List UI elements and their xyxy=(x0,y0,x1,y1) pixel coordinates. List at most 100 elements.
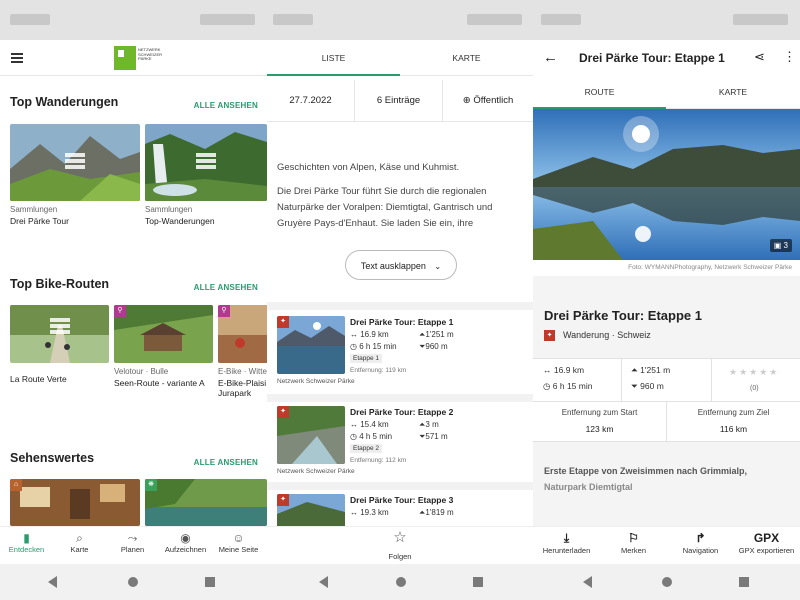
stage-card[interactable]: ✦ Drei Pärke Tour: Etappe 1 ↔ 16.9 km ⏶1… xyxy=(267,312,533,394)
stage-ascent: ⏶1'251 m xyxy=(419,330,454,339)
tab-route[interactable]: ROUTE xyxy=(533,76,666,109)
rating-stars[interactable]: ★★★★★ xyxy=(729,367,779,378)
download-button[interactable]: ⤓ Herunterladen xyxy=(533,530,600,555)
app-bar-title: Drei Pärke Tour: Etappe 1 xyxy=(579,51,725,65)
nature-badge-icon: ❋ xyxy=(145,479,157,491)
top-app-bar: ← Drei Pärke Tour: Etappe 1 ⋖ ⋮ xyxy=(533,40,800,76)
bike-badge-icon: ⚲ xyxy=(114,305,126,317)
stage-card[interactable]: ✦ Drei Pärke Tour: Etappe 2 ↔ 15.4 km ⏶3… xyxy=(267,402,533,484)
stage-descent: ⏷571 m xyxy=(419,432,448,441)
see-all-link[interactable]: ALLE ANSEHEN xyxy=(194,283,258,292)
menu-icon[interactable] xyxy=(11,53,23,63)
record-icon: ◉ xyxy=(180,531,191,545)
back-arrow-icon[interactable]: ← xyxy=(543,49,558,66)
stage-title: Drei Pärke Tour: Etappe 2 xyxy=(350,407,454,417)
stat-duration: ◷ 6 h 15 min xyxy=(543,381,593,391)
card-image xyxy=(145,124,267,201)
collection-date: 27.7.2022 xyxy=(267,80,355,122)
follow-button[interactable]: ☆ Folgen xyxy=(267,526,533,564)
more-vert-icon[interactable]: ⋮ xyxy=(783,49,796,65)
museum-badge-icon: ⌂ xyxy=(10,479,22,491)
see-all-link[interactable]: ALLE ANSEHEN xyxy=(194,458,258,467)
stage-card[interactable]: ✦ Drei Pärke Tour: Etappe 3 ↔ 19.3 km ⏶1… xyxy=(267,490,533,526)
stage-ascent: ⏶3 m xyxy=(419,420,439,429)
route-card[interactable]: La Route Verte xyxy=(10,305,109,384)
stage-thumbnail: ✦ xyxy=(277,494,345,526)
see-all-link[interactable]: ALLE ANSEHEN xyxy=(194,101,258,110)
poi-card[interactable]: ❋ xyxy=(145,479,267,526)
system-recents-icon[interactable] xyxy=(473,577,483,587)
card-image xyxy=(10,305,109,363)
intro-line: Naturpark Diemtigtal xyxy=(544,482,633,492)
action-label: Herunterladen xyxy=(542,546,591,555)
divider xyxy=(267,302,533,310)
system-back-icon[interactable] xyxy=(319,576,328,588)
bookmark-button[interactable]: ⚐ Merken xyxy=(600,530,667,555)
rating-count: (0) xyxy=(750,385,759,392)
ebike-badge-icon: ⚲ xyxy=(218,305,230,317)
hero-image[interactable]: ▣ 3 xyxy=(533,109,800,260)
three-screen-composite: NETZWERK SCHWEIZER PÄRKE Top Wanderungen A… xyxy=(0,0,800,600)
system-home-icon[interactable] xyxy=(396,577,406,587)
nav-label: Karte xyxy=(70,545,89,554)
gpx-export-button[interactable]: GPX GPX exportieren xyxy=(733,530,800,555)
section-title: Sehenswertes xyxy=(10,451,95,465)
visibility[interactable]: ⊕ Öffentlich xyxy=(443,80,533,122)
poi-card[interactable]: ⌂ xyxy=(10,479,140,526)
route-card[interactable]: ⚲ Velotour · Bulle Seen-Route - variante… xyxy=(114,305,213,388)
stage-distance-from: Entfernung: 112 km xyxy=(350,457,407,464)
stage-tag: Etappe 2 xyxy=(350,444,383,453)
share-icon[interactable]: ⋖ xyxy=(754,49,765,65)
collection-card[interactable]: Sammlungen Top-Wanderungen xyxy=(145,124,267,226)
stage-source: Netzwerk Schweizer Pärke xyxy=(277,468,355,475)
action-label: Navigation xyxy=(682,546,719,555)
expand-text-button[interactable]: Text ausklappen ⌄ xyxy=(345,250,457,280)
tour-detail-screen: ← Drei Pärke Tour: Etappe 1 ⋖ ⋮ ROUTE KA… xyxy=(533,0,800,600)
stage-thumbnail: ✦ xyxy=(277,406,345,464)
stage-distance: ↔ 16.9 km xyxy=(350,330,389,339)
section-title: Top Bike-Routen xyxy=(10,277,110,291)
system-recents-icon[interactable] xyxy=(205,577,215,587)
stage-ascent: ⏶1'819 m xyxy=(419,508,454,517)
star-outline-icon: ☆ xyxy=(393,529,407,546)
stage-distance-from: Entfernung: 119 km xyxy=(350,367,407,374)
hiking-badge-icon: ✦ xyxy=(277,406,289,418)
tab-liste[interactable]: LISTE xyxy=(267,40,400,76)
system-home-icon[interactable] xyxy=(128,577,138,587)
description-paragraph: Die Drei Pärke Tour führt Sie durch die … xyxy=(277,186,493,229)
tab-karte[interactable]: KARTE xyxy=(666,76,800,109)
route-card[interactable]: ⚲ E-Bike · Witte E-Bike-Plaisi Jurapark xyxy=(218,305,267,398)
system-recents-icon[interactable] xyxy=(739,577,749,587)
hiking-badge-icon: ✦ xyxy=(277,316,289,328)
distance-goal-value: 116 km xyxy=(719,424,748,434)
divider xyxy=(267,394,533,402)
nav-item-entdecken[interactable]: ▮ Entdecken xyxy=(0,531,53,554)
system-back-icon[interactable] xyxy=(583,576,592,588)
person-icon: ☺ xyxy=(232,531,245,545)
nav-item-aufzeichnen[interactable]: ◉ Aufzeichnen xyxy=(159,531,212,554)
tour-stats: ↔ 16.9 km ◷ 6 h 15 min ⏶ 1'251 m ⏷ 960 m… xyxy=(533,358,800,402)
divider xyxy=(267,482,533,490)
tab-bar: LISTE KARTE xyxy=(267,40,533,76)
nav-item-karte[interactable]: ⌕ Karte xyxy=(53,531,106,554)
card-name: Top-Wanderungen xyxy=(145,216,215,226)
card-name: E-Bike-Plaisi Jurapark xyxy=(218,378,267,398)
tab-karte[interactable]: KARTE xyxy=(400,40,533,76)
nav-label: Entdecken xyxy=(8,545,45,554)
system-home-icon[interactable] xyxy=(662,577,672,587)
stage-source: Netzwerk Schweizer Pärke xyxy=(277,378,355,385)
nav-item-planen[interactable]: ⤳ Planen xyxy=(106,531,159,554)
card-name: Drei Pärke Tour xyxy=(10,216,69,226)
tour-intro: Erste Etappe von Zweisimmen nach Grimmia… xyxy=(544,463,789,495)
navigation-button[interactable]: ↱ Navigation xyxy=(667,530,734,555)
card-category: Velotour · Bulle xyxy=(114,367,169,376)
collection-description: Geschichten von Alpen, Käse und Kuhmist.… xyxy=(277,160,502,240)
system-back-icon[interactable] xyxy=(48,576,57,588)
nav-item-meine-seite[interactable]: ☺ Meine Seite xyxy=(212,531,265,554)
collection-card[interactable]: Sammlungen Drei Pärke Tour xyxy=(10,124,140,226)
photo-count: 3 xyxy=(783,241,788,250)
entry-count: 6 Einträge xyxy=(355,80,443,122)
stage-thumbnail: ✦ xyxy=(277,316,345,374)
navigation-arrow-icon: ↱ xyxy=(695,531,706,545)
card-category: Sammlungen xyxy=(145,205,193,214)
